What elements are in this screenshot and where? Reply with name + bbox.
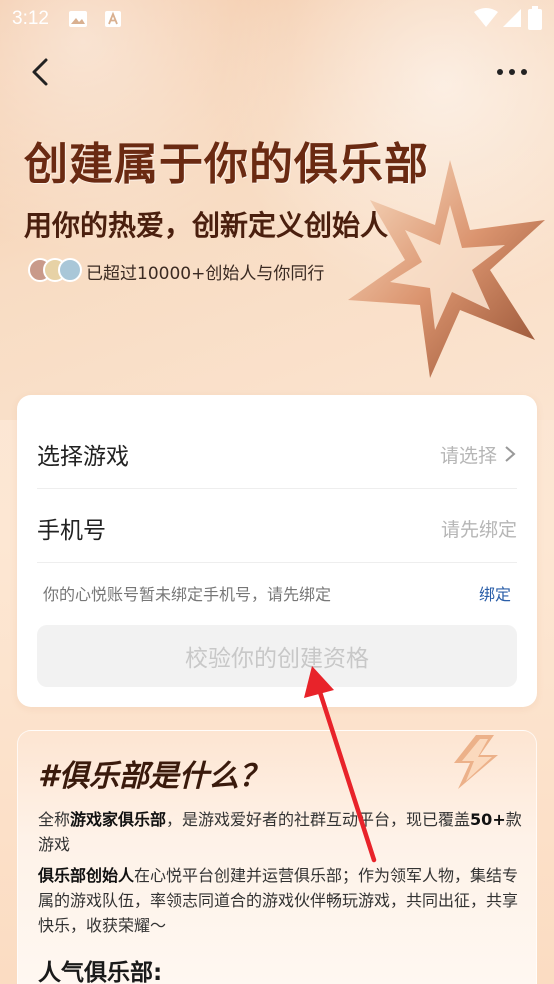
- club-info-card: #俱乐部是什么？ 全称游戏家俱乐部，是游戏爱好者的社群互动平台，现已覆盖50+款…: [17, 730, 537, 984]
- info-para1-bold2: 50+: [470, 810, 506, 829]
- image-icon: [69, 11, 87, 27]
- phone-value: 请先绑定: [440, 519, 517, 541]
- back-icon[interactable]: [24, 54, 60, 90]
- info-paragraph-1: 全称游戏家俱乐部，是游戏爱好者的社群互动平台，现已覆盖50+款游戏: [38, 807, 522, 857]
- info-paragraph-2: 俱乐部创始人在心悦平台创建并运营俱乐部；作为领军人物，集结专属的游戏队伍，率领志…: [38, 863, 522, 938]
- signal-icon: [503, 9, 521, 27]
- info-para1-bold1: 游戏家俱乐部: [70, 810, 167, 829]
- more-icon[interactable]: [494, 58, 530, 86]
- wifi-icon: [474, 8, 498, 27]
- bind-phone-link[interactable]: 绑定: [479, 581, 511, 605]
- a-icon: [105, 11, 121, 27]
- phone-row[interactable]: 手机号 请先绑定: [37, 489, 517, 563]
- create-club-form: 选择游戏 请选择 手机号 请先绑定 你的心悦账号暂未绑定手机号，请先绑定 绑定 …: [17, 395, 537, 707]
- chevron-right-icon: [505, 446, 516, 462]
- info-para2-bold: 俱乐部创始人: [38, 866, 135, 885]
- annotation-arrow-icon: [304, 666, 377, 863]
- status-time: 3:12: [12, 8, 49, 29]
- founders-count-text: 已超过10000+创始人与你同行: [86, 264, 325, 284]
- select-game-label: 选择游戏: [37, 444, 129, 470]
- status-bar: 3:12: [0, 0, 554, 40]
- select-game-value: 请选择: [439, 445, 497, 467]
- phone-label: 手机号: [37, 518, 106, 544]
- bind-hint-text: 你的心悦账号暂未绑定手机号，请先绑定: [43, 585, 332, 604]
- popular-clubs-title: 人气俱乐部:: [38, 960, 163, 984]
- star-emblem-icon: [348, 160, 545, 378]
- info-para1-prefix: 全称: [38, 810, 71, 829]
- info-title: #俱乐部是什么？: [38, 759, 269, 794]
- hero-subtitle: 用你的热爱，创新定义创始人: [24, 209, 389, 242]
- lightning-icon: [454, 735, 498, 789]
- founder-avatars: [28, 258, 82, 282]
- avatar: [58, 258, 82, 282]
- verify-eligibility-button[interactable]: 校验你的创建资格: [37, 625, 517, 687]
- battery-icon: [528, 6, 542, 30]
- select-game-row[interactable]: 选择游戏 请选择: [37, 415, 517, 489]
